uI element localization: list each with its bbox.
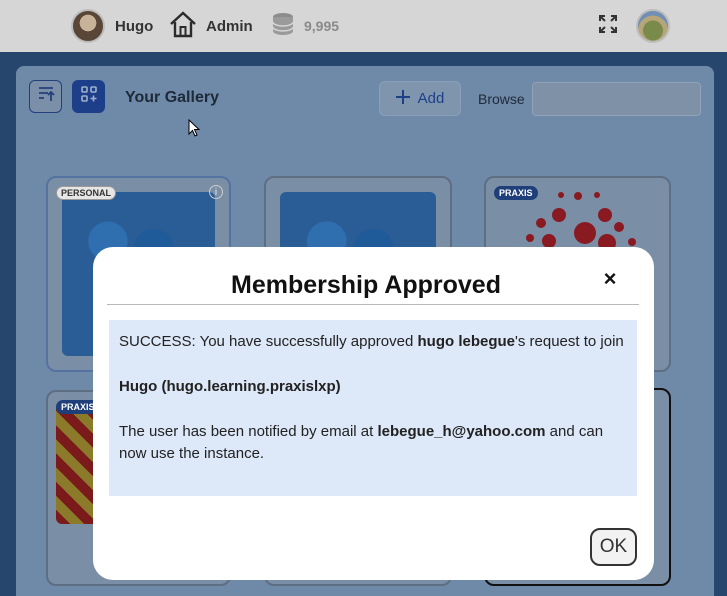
admin-link[interactable]: Admin	[168, 0, 253, 52]
coins-stack-icon	[270, 11, 296, 41]
requester-name: hugo lebegue	[417, 333, 516, 350]
user-email: lebegue_h@yahoo.com	[377, 423, 546, 440]
add-label: Add	[417, 90, 445, 107]
mouse-cursor-icon	[188, 118, 201, 142]
ok-button[interactable]: OK	[590, 528, 637, 566]
instance-name: Hugo (hugo.learning.praxislxp)	[119, 378, 341, 395]
gallery-title: Your Gallery	[125, 89, 219, 106]
fullscreen-button[interactable]	[598, 0, 618, 52]
profile-avatar	[636, 9, 670, 43]
info-icon[interactable]: i	[209, 185, 223, 199]
membership-approved-dialog: Membership Approved × SUCCESS: You have …	[93, 247, 654, 580]
user-menu[interactable]: Hugo	[71, 0, 153, 52]
browse-input[interactable]	[532, 82, 701, 116]
user-name: Hugo	[115, 17, 154, 35]
dialog-title: Membership Approved	[231, 271, 501, 299]
add-button[interactable]: Add	[379, 81, 461, 116]
browse-label: Browse	[478, 91, 525, 107]
title-divider	[107, 304, 639, 305]
home-icon	[168, 10, 198, 42]
profile-menu[interactable]	[636, 0, 670, 52]
coins-count: 9,995	[304, 18, 340, 34]
user-avatar	[71, 9, 105, 43]
approval-text: SUCCESS: You have successfully approved …	[119, 333, 624, 350]
success-message: SUCCESS: You have successfully approved …	[109, 320, 637, 496]
close-icon[interactable]: ×	[598, 266, 622, 291]
admin-label: Admin	[206, 17, 253, 35]
coins-balance: 9,995	[270, 0, 339, 52]
sort-button[interactable]	[29, 80, 62, 113]
fullscreen-icon	[598, 14, 618, 38]
top-bar: Hugo Admin 9,995	[0, 0, 727, 52]
add-widget-button[interactable]	[72, 80, 105, 113]
sort-icon	[37, 85, 55, 108]
plus-icon	[395, 89, 410, 108]
card-badge: PERSONAL	[56, 186, 117, 200]
card-badge: PRAXIS	[494, 186, 538, 200]
notification-text: The user has been notified by email at l…	[119, 423, 604, 462]
grid-add-icon	[80, 85, 98, 108]
